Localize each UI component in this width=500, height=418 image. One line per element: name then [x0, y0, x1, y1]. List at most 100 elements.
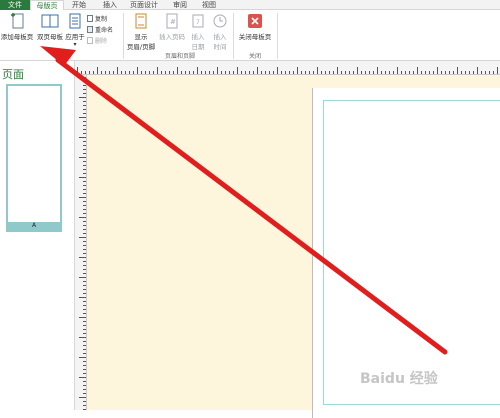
add-master-page-button[interactable]: 添加母板页 — [0, 12, 34, 41]
page-thumbnail[interactable]: A — [6, 84, 62, 232]
ruler-tick — [83, 149, 86, 150]
watermark: Baidu 经验 — [360, 371, 438, 387]
ruler-tick — [281, 71, 282, 74]
rename-button[interactable]: 重命名 — [87, 25, 113, 34]
insert-date-button[interactable]: 7 插入 日期 — [187, 12, 209, 51]
ruler-tick — [83, 281, 86, 282]
insert-date-label-1: 插入 — [191, 33, 205, 41]
ruler-tick — [265, 71, 266, 74]
ruler-tick — [83, 189, 86, 190]
ruler-tick — [83, 213, 86, 214]
ruler-tick — [185, 71, 186, 74]
ruler-tick — [83, 241, 86, 242]
ruler-tick — [83, 273, 86, 274]
ruler-tick — [79, 337, 86, 338]
ruler-tick — [83, 381, 86, 382]
ruler-tick — [329, 71, 330, 74]
ruler-tick — [429, 71, 430, 74]
ruler-tick — [83, 349, 86, 350]
ruler-tick — [173, 71, 174, 74]
tab-file[interactable]: 文件 — [0, 0, 30, 10]
ruler-tick — [83, 353, 86, 354]
insert-date-label-2: 日期 — [191, 43, 205, 51]
show-header-footer-button[interactable]: 显示 页眉/页脚 — [124, 12, 158, 51]
ruler-tick — [433, 71, 434, 74]
ruler-tick — [83, 109, 86, 110]
tab-home[interactable]: 开始 — [66, 0, 92, 10]
ruler-tick — [83, 321, 86, 322]
delete-icon — [87, 37, 93, 44]
ruler-tick — [85, 71, 86, 74]
group-label-header-footer: 页眉和页脚 — [164, 53, 195, 60]
ruler-tick — [83, 193, 86, 194]
ruler-tick — [257, 67, 258, 74]
ruler-tick — [397, 67, 398, 74]
tab-review[interactable]: 审阅 — [167, 0, 193, 10]
tab-insert[interactable]: 插入 — [97, 0, 123, 10]
ruler-tick — [93, 71, 94, 74]
ruler-tick — [457, 67, 458, 74]
vertical-ruler — [75, 75, 87, 410]
ruler-tick — [79, 157, 86, 158]
ruler-tick — [437, 67, 438, 74]
ruler-tick — [83, 325, 86, 326]
ruler-tick — [405, 71, 406, 74]
ruler-tick — [133, 71, 134, 74]
ruler-tick — [409, 71, 410, 74]
close-master-page-button[interactable]: 关闭母板页 — [235, 12, 275, 41]
ruler-tick — [301, 71, 302, 74]
ruler-tick — [129, 71, 130, 74]
show-header-footer-label-1: 显示 — [134, 33, 148, 41]
ruler-tick — [83, 393, 86, 394]
ruler-tick — [153, 71, 154, 74]
copy-button[interactable]: 复制 — [87, 14, 107, 23]
ruler-tick — [83, 133, 86, 134]
tab-page-design[interactable]: 页面设计 — [127, 0, 161, 10]
ruler-tick — [357, 67, 358, 74]
ruler-tick — [83, 309, 86, 310]
ruler-tick — [83, 129, 86, 130]
tab-view[interactable]: 视图 — [196, 0, 222, 10]
ruler-tick — [83, 285, 86, 286]
ruler-tick — [83, 89, 86, 90]
ruler-tick — [125, 71, 126, 74]
apply-to-button[interactable]: 应用于 ▾ — [64, 12, 86, 48]
ruler-tick — [401, 71, 402, 74]
ruler-tick — [241, 71, 242, 74]
insert-time-label-1: 插入 — [213, 33, 227, 41]
close-master-page-label: 关闭母板页 — [238, 33, 272, 41]
ruler-tick — [83, 341, 86, 342]
ruler-tick — [489, 71, 490, 74]
ruler-tick — [481, 71, 482, 74]
delete-button[interactable]: 删除 — [87, 36, 107, 45]
scratch-area[interactable] — [87, 75, 500, 418]
ruler-tick — [365, 71, 366, 74]
ruler-tick — [79, 257, 86, 258]
insert-time-label-2: 时间 — [213, 43, 227, 51]
ruler-tick — [377, 67, 378, 74]
page-thumbnail-label: A — [8, 222, 60, 230]
header-footer-icon — [135, 13, 147, 29]
insert-time-button[interactable]: 插入 时间 — [209, 12, 231, 51]
ruler-tick — [83, 261, 86, 262]
ruler-tick — [79, 77, 86, 78]
ruler-tick — [83, 173, 86, 174]
delete-label: 删除 — [95, 38, 108, 45]
ruler-tick — [205, 71, 206, 74]
ruler-tick — [177, 67, 178, 74]
two-page-master-button[interactable]: 双页母板 — [35, 12, 65, 41]
ruler-tick — [461, 71, 462, 74]
ruler-tick — [389, 71, 390, 74]
ruler-tick — [83, 113, 86, 114]
ruler-tick — [105, 71, 106, 74]
ruler-tick — [317, 67, 318, 74]
ruler-tick — [337, 67, 338, 74]
ruler-tick — [425, 71, 426, 74]
ruler-tick — [197, 67, 198, 74]
insert-page-number-button[interactable]: # 插入页码 — [157, 12, 187, 41]
ruler-tick — [273, 71, 274, 74]
ruler-tick — [421, 71, 422, 74]
ruler-tick — [269, 71, 270, 74]
ruler-tick — [79, 317, 86, 318]
ruler-tick — [181, 71, 182, 74]
